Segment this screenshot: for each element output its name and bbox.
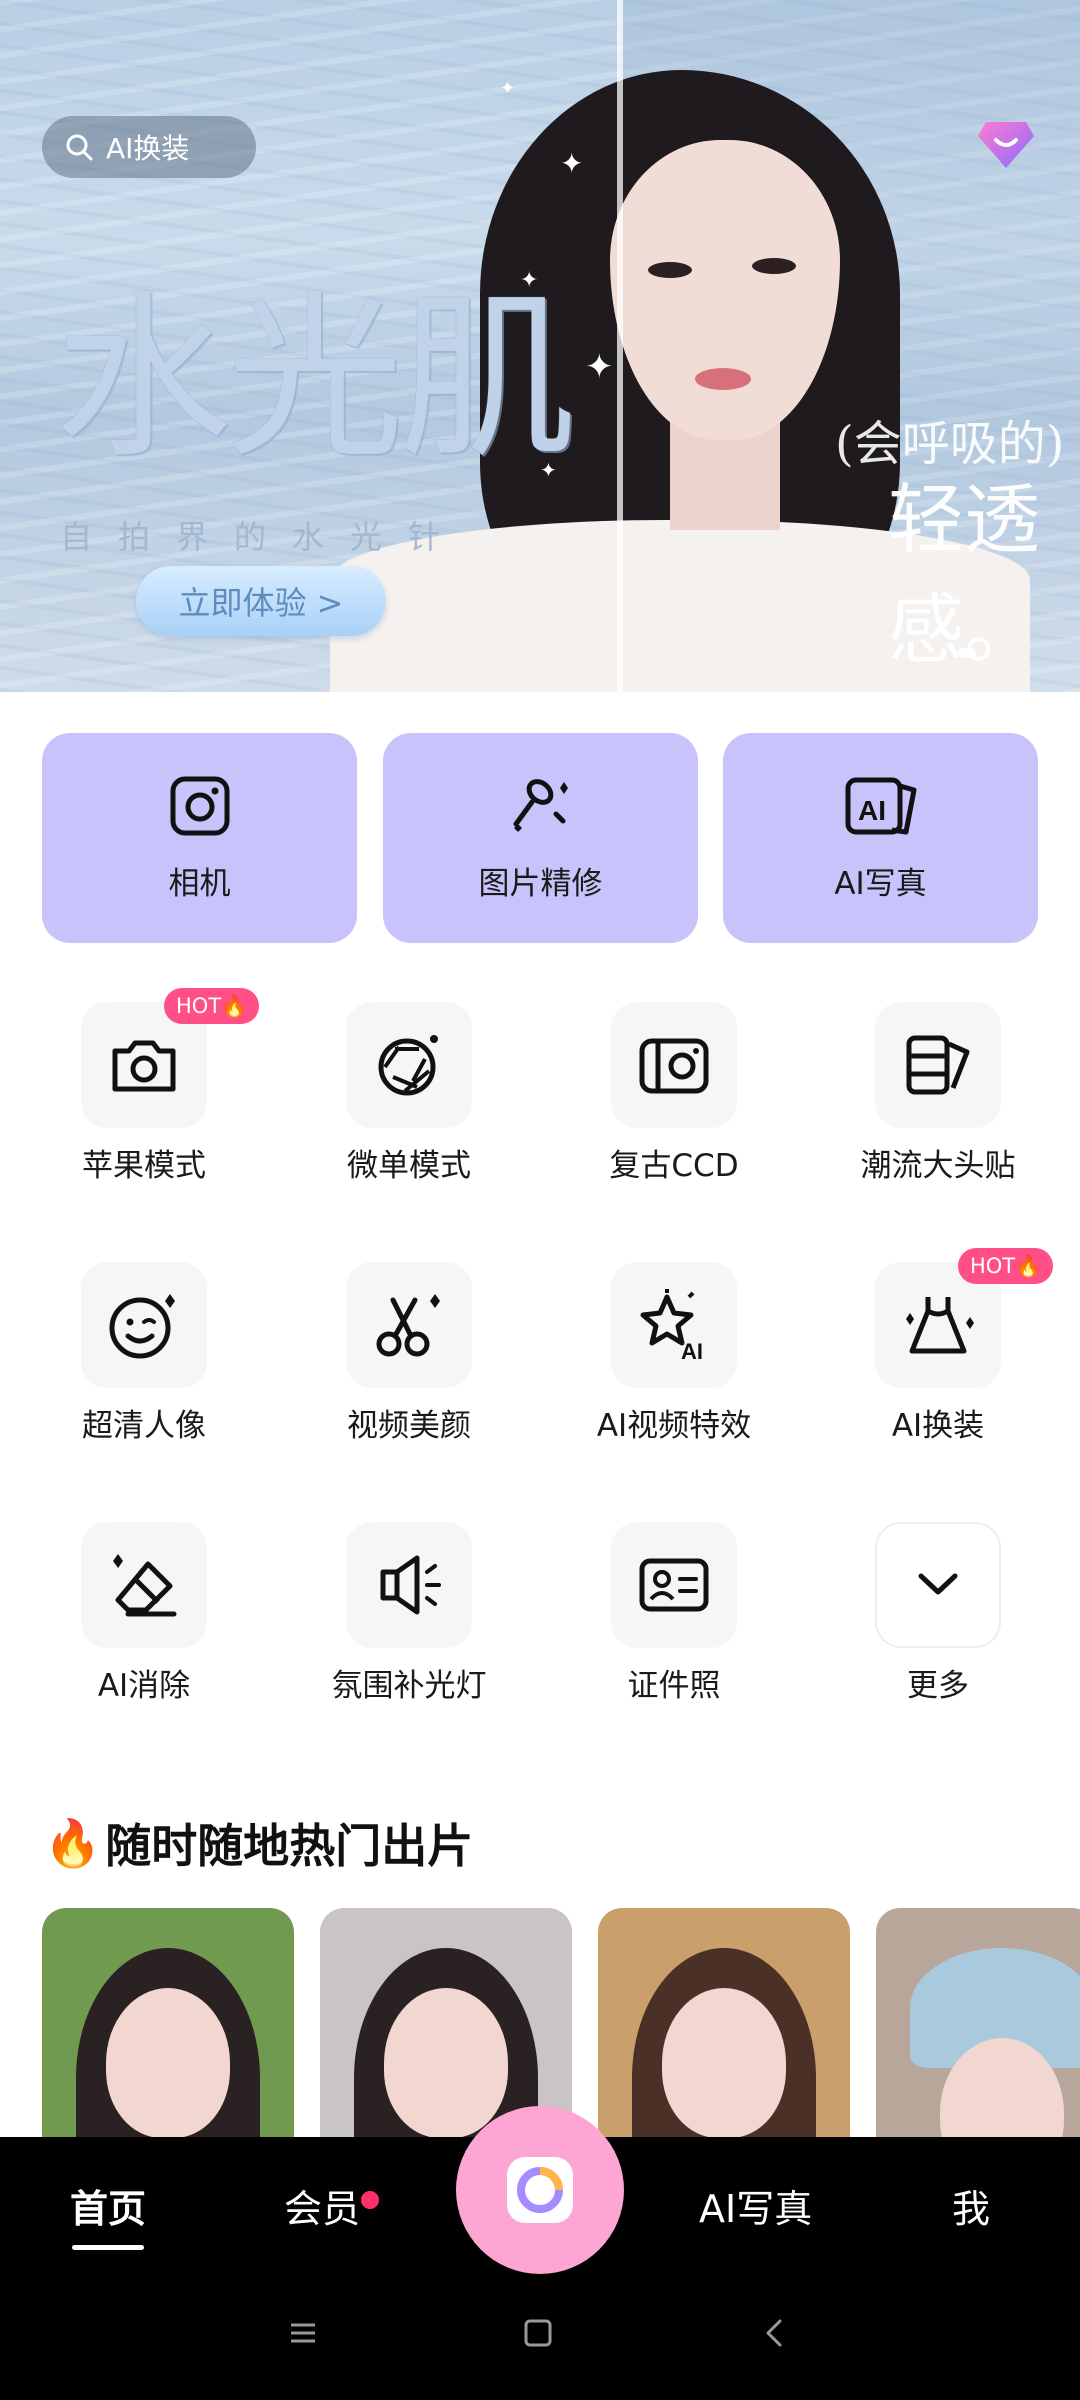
sparkle-icon: ✦ (500, 78, 516, 99)
tile-ai-portrait[interactable]: AI AI写真 (723, 733, 1038, 943)
chevron-down-icon (918, 1573, 958, 1595)
feature-label: 证件照 (627, 1668, 721, 1704)
feature-video-beauty[interactable]: 视频美颜 (277, 1262, 541, 1452)
tile-camera-label: 相机 (168, 865, 231, 902)
nav-ai-photo[interactable]: AI写真 (699, 2178, 812, 2233)
feature-label: 复古CCD (609, 1148, 739, 1184)
feature-label: 潮流大头贴 (860, 1148, 1016, 1184)
feature-icon-box (346, 1522, 472, 1648)
feature-label: AI视频特效 (596, 1408, 752, 1444)
sparkle-icon: ✦ (560, 147, 584, 180)
camera-icon (170, 776, 229, 835)
photo-sticker-icon (906, 1035, 970, 1095)
feature-ai-outfit-swap[interactable]: HOT🔥 AI换装 (806, 1248, 1070, 1452)
feature-label: 视频美颜 (347, 1408, 471, 1444)
hero-tagline-large: 轻透感。 (888, 475, 1040, 674)
makeup-brush-icon (513, 778, 568, 832)
id-card-icon (639, 1558, 709, 1612)
eraser-icon (113, 1554, 177, 1617)
camera-icon (112, 1040, 176, 1092)
home-icon[interactable] (523, 2318, 553, 2348)
photo-subject-face (384, 1988, 508, 2138)
feature-label: 苹果模式 (82, 1148, 206, 1184)
menu-icon[interactable] (288, 2318, 318, 2348)
retro-camera-icon (639, 1038, 709, 1094)
tile-ai-portrait-label: AI写真 (834, 865, 927, 902)
ai-portrait-icon: AI (845, 777, 916, 834)
fill-light-icon (380, 1555, 441, 1615)
aperture-icon (378, 1035, 438, 1096)
feature-icon-box (875, 1522, 1001, 1648)
photo-subject-face (662, 1988, 786, 2138)
back-icon[interactable] (760, 2318, 790, 2348)
feature-apple-mode[interactable]: HOT🔥 苹果模式 (12, 988, 276, 1192)
feature-more[interactable]: 更多 (806, 1522, 1070, 1712)
feature-label: 微单模式 (347, 1148, 471, 1184)
feature-label: 更多 (907, 1668, 969, 1704)
ai-effect-icon: AI (640, 1289, 703, 1361)
feature-photo-sticker[interactable]: 潮流大头贴 (806, 1002, 1070, 1192)
feature-ai-video-effects[interactable]: AI AI视频特效 (542, 1262, 806, 1452)
tile-photo-retouch-label: 图片精修 (478, 865, 603, 902)
feature-label: AI换装 (891, 1408, 985, 1444)
svg-text:AI: AI (858, 795, 886, 826)
feature-ambient-fill-light[interactable]: 氛围补光灯 (277, 1522, 541, 1712)
hero-subtitle: 自拍界的水光针 (60, 518, 467, 556)
search-icon (66, 134, 93, 161)
feature-icon-box (346, 1262, 472, 1388)
search-bar[interactable]: AI换装 (42, 116, 256, 178)
hot-badge: HOT🔥 (958, 1248, 1054, 1284)
tile-camera[interactable]: 相机 (42, 733, 357, 943)
feature-icon-box (346, 1002, 472, 1128)
svg-text:AI: AI (681, 1339, 703, 1361)
hero-portrait-lips (695, 368, 751, 390)
section-title: 🔥 随时随地热门出片 (44, 1810, 473, 1876)
nav-me[interactable]: 我 (952, 2178, 990, 2233)
nav-home[interactable]: 首页 (70, 2178, 146, 2233)
vip-diamond-icon[interactable] (976, 116, 1036, 172)
feature-icon-box: AI (611, 1262, 737, 1388)
feature-ai-eraser[interactable]: AI消除 (12, 1522, 276, 1712)
feature-hd-portrait[interactable]: 超清人像 (12, 1262, 276, 1452)
feature-retro-ccd[interactable]: 复古CCD (542, 1002, 806, 1192)
feature-icon-box (81, 1262, 207, 1388)
hero-title: 水光肌 (54, 275, 576, 482)
photo-subject-face (106, 1988, 230, 2138)
search-bar-label: AI换装 (106, 132, 190, 165)
try-now-button[interactable]: 立即体验 > (136, 566, 386, 636)
feature-id-photo[interactable]: 证件照 (542, 1522, 806, 1712)
hot-badge: HOT🔥 (164, 988, 260, 1024)
banner-page-indicator (958, 648, 976, 658)
fire-icon: 🔥 (44, 1815, 102, 1870)
tile-photo-retouch[interactable]: 图片精修 (383, 733, 698, 943)
nav-active-indicator (72, 2245, 144, 2250)
feature-mirrorless-mode[interactable]: 微单模式 (277, 1002, 541, 1192)
smiley-face-icon (109, 1294, 175, 1359)
notification-dot (361, 2191, 379, 2209)
hero-banner[interactable]: ✦ ✦ ✦ ✦ ✦ AI换装 水光肌 自拍界的水光针 立即体验 > (会呼吸的)… (0, 0, 1080, 692)
scissors-icon (376, 1294, 440, 1357)
hero-portrait-eye (752, 258, 796, 274)
feature-label: 超清人像 (82, 1408, 206, 1444)
dress-icon (906, 1297, 974, 1354)
feature-label: AI消除 (97, 1668, 191, 1704)
feature-icon-box (81, 1522, 207, 1648)
feature-icon-box (875, 1002, 1001, 1128)
nav-vip[interactable]: 会员 (284, 2178, 360, 2233)
hero-portrait-eye (648, 262, 692, 278)
hero-split-divider (617, 0, 623, 692)
feature-icon-box (611, 1522, 737, 1648)
camera-shutter-button[interactable] (456, 2106, 624, 2274)
section-title-text: 随时随地热门出片 (105, 1819, 474, 1873)
sparkle-icon: ✦ (585, 347, 614, 387)
feature-label: 氛围补光灯 (331, 1668, 487, 1704)
camera-logo-icon (507, 2157, 573, 2223)
feature-icon-box (611, 1002, 737, 1128)
